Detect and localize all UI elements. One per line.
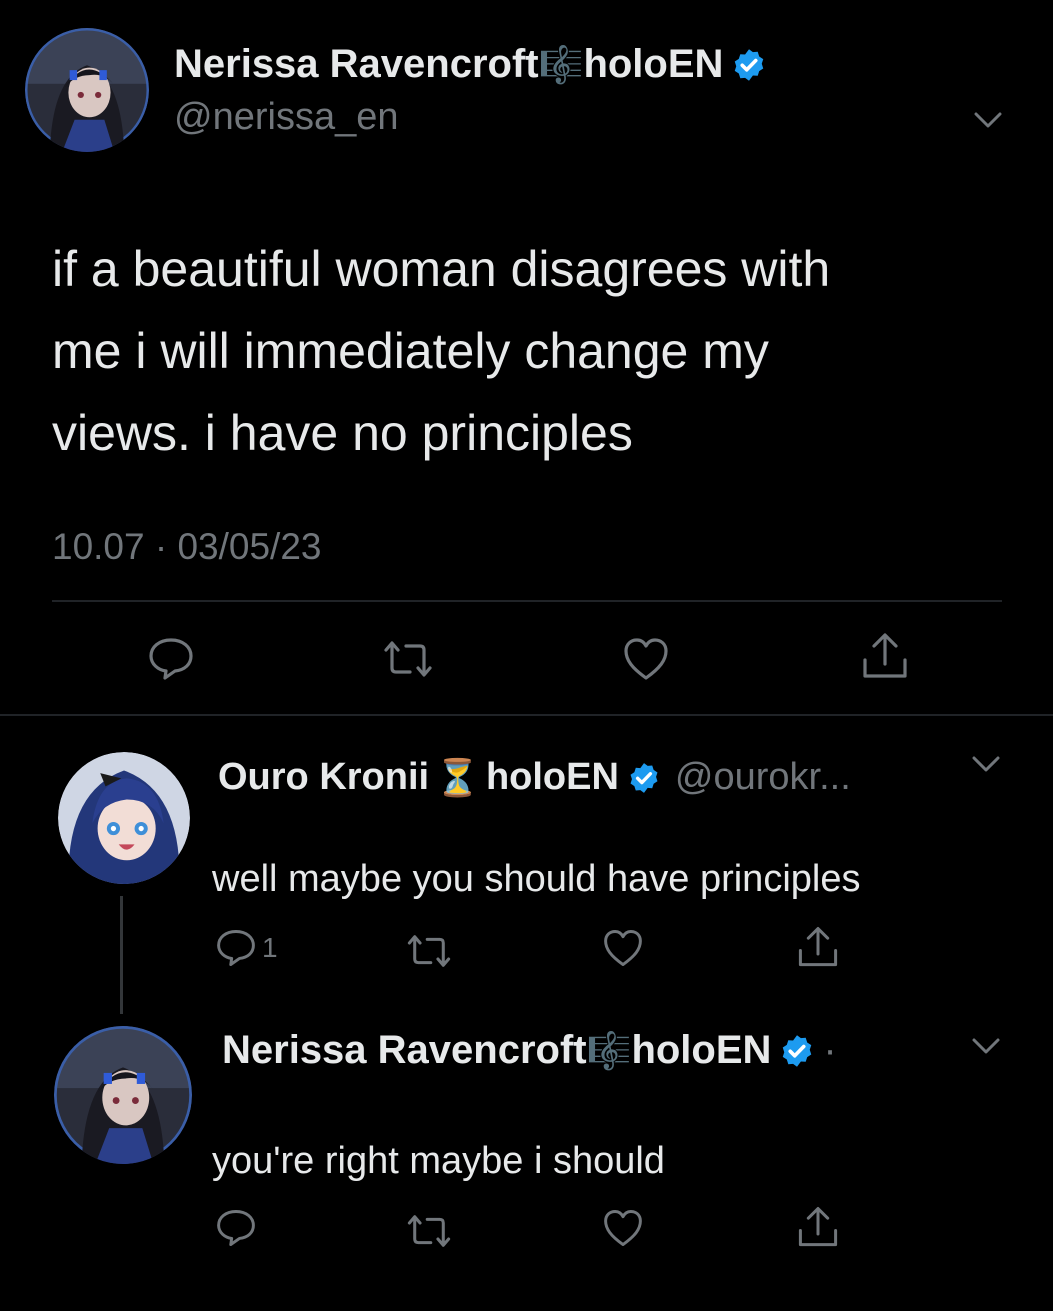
music-score-emoji: 🎼: [586, 1030, 632, 1072]
reply-text: well maybe you should have principles: [212, 858, 861, 900]
share-button[interactable]: [796, 924, 840, 970]
reply-author-handle[interactable]: @ourokr...: [675, 756, 851, 799]
share-icon: [860, 630, 910, 682]
share-icon: [796, 924, 840, 970]
share-icon: [796, 1204, 840, 1250]
retweet-icon: [404, 932, 454, 970]
verified-badge-icon: [731, 47, 767, 83]
reply-author-name-text: Nerissa Ravencroft: [222, 1028, 587, 1072]
verified-badge-icon: [779, 1033, 815, 1069]
like-icon: [602, 1208, 644, 1248]
chevron-down-icon[interactable]: [972, 106, 1004, 134]
reply-author-name[interactable]: Ouro Kronii ⏳ holoEN @ourokr...: [218, 756, 851, 799]
retweet-icon: [404, 1212, 454, 1250]
retweet-button[interactable]: [404, 932, 454, 970]
retweet-button[interactable]: [380, 638, 436, 680]
share-button[interactable]: [860, 630, 910, 682]
like-button[interactable]: [602, 1208, 644, 1248]
tweet-text-line: me i will immediately change my: [52, 323, 769, 379]
reply-text: you're right maybe i should: [212, 1140, 665, 1182]
author-name-text: Nerissa Ravencroft: [174, 42, 539, 86]
reply-icon: [146, 636, 196, 682]
reply-author-name-text: Ouro Kronii: [218, 756, 430, 798]
chevron-down-icon[interactable]: [970, 1032, 1002, 1060]
reply-author-name-suffix: holoEN: [631, 1028, 772, 1072]
author-name-suffix: holoEN: [583, 42, 724, 86]
verified-badge-icon: [627, 761, 661, 795]
reply-icon: [214, 928, 258, 968]
chevron-down-icon[interactable]: [970, 750, 1002, 778]
reply-button[interactable]: 1: [214, 928, 278, 968]
like-button[interactable]: [602, 928, 644, 968]
tweet-timestamp[interactable]: 10.07 · 03/05/23: [52, 526, 322, 568]
like-button[interactable]: [622, 636, 670, 682]
author-avatar[interactable]: [25, 28, 149, 152]
reply-button[interactable]: [214, 1208, 258, 1248]
like-icon: [602, 928, 644, 968]
section-divider: [0, 714, 1053, 716]
tweet-text-line: if a beautiful woman disagrees with: [52, 241, 831, 297]
reply-avatar[interactable]: [58, 752, 190, 884]
reply-author-name-suffix: holoEN: [485, 756, 619, 798]
author-handle[interactable]: @nerissa_en: [174, 96, 398, 139]
tweet-text-line: views. i have no principles: [52, 405, 633, 461]
music-score-emoji: 🎼: [538, 44, 584, 86]
reply-avatar[interactable]: [54, 1026, 192, 1164]
retweet-icon: [380, 638, 436, 680]
reply-author-name[interactable]: Nerissa Ravencroft 🎼 holoEN ·: [222, 1028, 837, 1073]
thread-line: [120, 896, 123, 1014]
reply-icon: [214, 1208, 258, 1248]
author-name[interactable]: Nerissa Ravencroft 🎼 holoEN: [174, 42, 767, 87]
separator-dot: ·: [823, 1028, 837, 1072]
share-button[interactable]: [796, 1204, 840, 1250]
retweet-button[interactable]: [404, 1212, 454, 1250]
divider: [52, 600, 1002, 602]
reply-button[interactable]: [146, 636, 196, 682]
tweet-text: if a beautiful woman disagrees with me i…: [52, 228, 1012, 474]
like-icon: [622, 636, 670, 682]
reply-count: 1: [262, 932, 278, 963]
hourglass-emoji: ⏳: [435, 757, 480, 799]
